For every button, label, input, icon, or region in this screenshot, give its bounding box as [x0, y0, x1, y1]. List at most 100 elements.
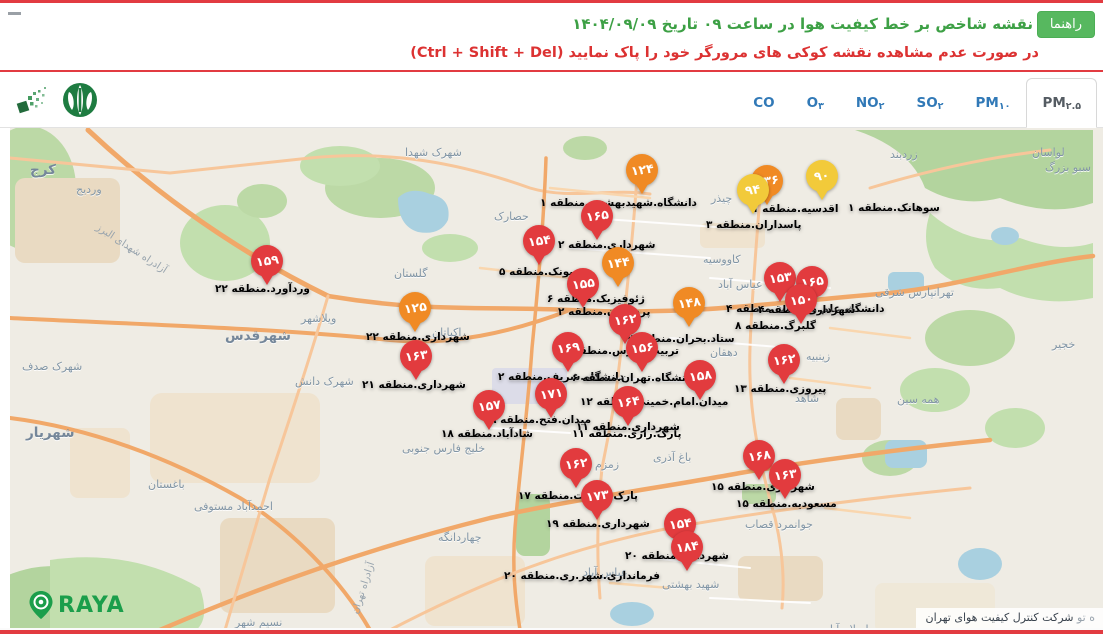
- map-place-label: زینبیه: [806, 350, 830, 363]
- pollutant-name: SO: [916, 95, 937, 111]
- raya-logo[interactable]: RAYA: [28, 590, 125, 620]
- map-place-label: لواسان: [1032, 146, 1065, 159]
- aqi-station-marker[interactable]: ۹۴ پاسداران.منطقه ۳: [737, 174, 769, 206]
- map-place-label: جوانمرد قصاب: [745, 518, 813, 531]
- pollutant-name: CO: [753, 95, 774, 111]
- station-label: گلبرگ.منطقه ۸: [735, 320, 816, 332]
- attribution-prefix: ه تو: [1077, 611, 1095, 624]
- aqi-value: ۱۶۲: [772, 352, 796, 368]
- aqi-value: ۱۶۲: [564, 456, 588, 472]
- pollutant-tab[interactable]: CO: [737, 78, 790, 128]
- aqi-station-marker[interactable]: ۱۷۳ شهرداری.منطقه ۱۹: [581, 480, 613, 512]
- aqi-value: ۱۴۴: [606, 255, 630, 271]
- map-place-label: وردیج: [76, 183, 102, 196]
- pollutant-subscript: ۳: [818, 101, 824, 112]
- station-label: شهرداری.منطقه ۲۱: [362, 379, 466, 391]
- aqi-station-marker[interactable]: ۱۸۴ فرمانداری.شهر.ری.منطقه ۲۰: [671, 531, 703, 563]
- aqi-station-marker[interactable]: ۱۵۶ دانشگاه.تهران.منطقه ۶: [626, 332, 658, 364]
- map-place-label: شهرک دانش: [295, 375, 354, 388]
- aqi-station-marker[interactable]: ۱۷۱ میدان.فتح.منطقه ۹: [535, 378, 567, 410]
- aqi-value: ۱۶۴: [616, 394, 640, 410]
- aqi-value: ۱۶۳: [404, 348, 428, 364]
- mosaic-emblem-icon: [14, 80, 54, 120]
- pollutant-tab[interactable]: SO۲: [900, 78, 959, 128]
- aqi-station-marker[interactable]: ۱۵۷ شادآباد.منطقه ۱۸: [473, 390, 505, 422]
- map-place-label: کرج: [30, 162, 56, 178]
- logo-strip: [14, 80, 100, 120]
- aqi-value: ۱۶۵: [585, 208, 609, 224]
- map-place-label: زمزم: [595, 458, 619, 471]
- aqi-station-marker[interactable]: ۱۴۸ ستاد.بحران.منطقه ۷: [673, 287, 705, 319]
- station-label: دانشگاه.شهیدبهشتی.منطقه ۱: [540, 197, 697, 209]
- page-header: نقشه شاخص بر خط کیفیت هوا در ساعت ۰۹ تار…: [0, 3, 1103, 72]
- pollutant-tab[interactable]: NO۲: [840, 78, 901, 128]
- aqi-station-marker[interactable]: ۱۶۳ شهرداری.منطقه ۲۱: [400, 340, 432, 372]
- bottom-red-divider: [0, 630, 1103, 634]
- aqi-station-marker[interactable]: ۱۲۵ شهرداری.منطقه ۲۲: [399, 292, 431, 324]
- map-place-label: زردبند: [890, 148, 918, 161]
- pollutant-subscript: ۲: [938, 101, 944, 112]
- aqi-value: ۱۵۰: [789, 292, 813, 308]
- minimize-dash[interactable]: [8, 12, 21, 15]
- pollutant-tabbar: COO۳NO۲SO۲PM۱۰PM۲.۵: [737, 78, 1097, 128]
- map-place-label: شهرقدس: [225, 328, 291, 344]
- aqi-value: ۱۴۸: [677, 295, 701, 311]
- aqi-value: ۱۶۹: [556, 340, 580, 356]
- aqi-value: ۱۲۵: [403, 300, 427, 316]
- station-label: سوهانک.منطقه ۱: [848, 202, 940, 214]
- aqi-value: ۹۴: [745, 183, 762, 198]
- map-place-label: شهریار: [26, 425, 75, 441]
- pollutant-subscript: ۲.۵: [1066, 101, 1081, 112]
- station-label: شهرداری.منطقه ۱۹: [546, 518, 650, 530]
- aqi-station-marker[interactable]: ۱۶۲ تربیت.مدرس.منطقه ۶: [609, 304, 641, 336]
- aqi-value: ۱۵۷: [477, 398, 501, 414]
- aqi-station-marker[interactable]: ۱۵۹ وردآورد.منطقه ۲۲: [251, 245, 283, 277]
- station-label: شهرداری.منطقه ۲: [558, 239, 655, 251]
- pollutant-name: NO: [856, 95, 879, 111]
- station-label: فرمانداری.شهر.ری.منطقه ۲۰: [504, 570, 660, 582]
- aqi-station-marker[interactable]: ۱۵۸ میدان.امام.خمینی.منطقه ۱۲: [684, 360, 716, 392]
- aqi-station-marker[interactable]: ۹۰ سوهانک.منطقه ۱: [806, 160, 838, 192]
- aqi-value: ۱۶۸: [747, 448, 771, 464]
- aqi-station-marker[interactable]: ۱۲۴ دانشگاه.شهیدبهشتی.منطقه ۱: [626, 154, 658, 186]
- map-place-label: شهرک شهدا: [405, 146, 462, 159]
- top-red-divider: [0, 0, 1103, 3]
- aqi-station-marker[interactable]: ۱۵۰ گلبرگ.منطقه ۸: [785, 284, 817, 316]
- aqi-station-marker[interactable]: ۱۶۳ مسعودیه.منطقه ۱۵: [769, 459, 801, 491]
- help-button[interactable]: راهنما: [1037, 11, 1095, 38]
- station-label: دانشگاه.تهران.منطقه ۶: [572, 372, 695, 384]
- aqi-value: ۱۵۶: [630, 340, 654, 356]
- station-label: ژئوفیزیک.منطقه ۶: [547, 293, 645, 305]
- aqi-value: ۱۶۳: [773, 467, 797, 483]
- pollutant-tab[interactable]: PM۱۰: [959, 78, 1026, 128]
- aqi-station-marker[interactable]: ۱۵۴ پونک.منطقه ۵: [523, 225, 555, 257]
- map-place-label: تهرانپارس شرقی: [875, 286, 954, 299]
- map-place-label: همه سین: [897, 393, 939, 406]
- aqi-station-marker[interactable]: ۱۶۵ شهرداری.منطقه ۲: [581, 200, 613, 232]
- aqi-station-marker[interactable]: ۱۶۹ دانشگاه.شریف.منطقه ۲: [552, 332, 584, 364]
- page-title: نقشه شاخص بر خط کیفیت هوا در ساعت ۰۹ تار…: [572, 15, 1033, 33]
- aqi-value: ۱۵۴: [668, 516, 692, 532]
- aqi-value: ۱۸۴: [675, 539, 699, 555]
- aqi-station-marker[interactable]: ۱۵۵ پردیسان.منطقه ۲: [567, 268, 599, 300]
- station-label: پاسداران.منطقه ۳: [706, 219, 802, 231]
- map-place-label: دهقان: [710, 346, 738, 359]
- pollutant-tab[interactable]: O۳: [791, 78, 840, 128]
- aqi-station-marker[interactable]: ۱۶۲ پیروزی.منطقه ۱۳: [768, 344, 800, 376]
- attribution-text[interactable]: شرکت کنترل کیفیت هوای تهران: [926, 611, 1074, 624]
- aqi-station-marker[interactable]: ۱۶۴ شهرداری.منطقه ۱۱: [612, 386, 644, 418]
- aqi-value: ۱۵۸: [688, 368, 712, 384]
- station-label: وردآورد.منطقه ۲۲: [215, 283, 310, 295]
- aqi-value: ۱۵۵: [571, 276, 595, 292]
- aqi-value: ۱۵۳: [768, 270, 792, 286]
- map-attribution[interactable]: ه تو شرکت کنترل کیفیت هوای تهران: [916, 608, 1103, 628]
- aqi-station-marker[interactable]: ۱۴۴ ژئوفیزیک.منطقه ۶: [602, 247, 634, 279]
- map-place-label: باغستان: [148, 478, 185, 491]
- pollutant-name: PM: [975, 95, 998, 111]
- air-quality-map-page: نقشه شاخص بر خط کیفیت هوا در ساعت ۰۹ تار…: [0, 0, 1103, 634]
- aqi-value: ۱۶۲: [613, 312, 637, 328]
- pollutant-tab[interactable]: PM۲.۵: [1026, 78, 1097, 128]
- aqi-station-marker[interactable]: ۱۶۲ پارک.سلامت.منطقه ۱۷: [560, 448, 592, 480]
- station-label: پارک.سلامت.منطقه ۱۷: [518, 490, 638, 502]
- station-label: پونک.منطقه ۵: [499, 266, 573, 278]
